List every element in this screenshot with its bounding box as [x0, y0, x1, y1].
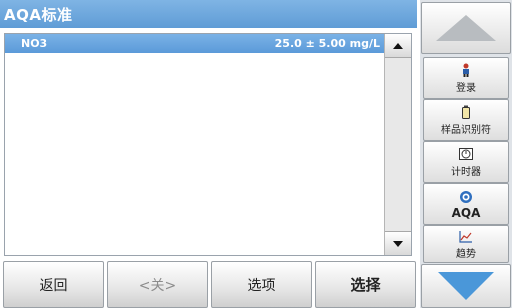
scroll-down-button[interactable]	[385, 231, 411, 255]
sample-id-label: 样品识别符	[441, 125, 491, 136]
back-button[interactable]: 返回	[3, 261, 104, 308]
page-up-button[interactable]	[421, 2, 511, 54]
page-down-button[interactable]	[421, 264, 511, 308]
arrow-up-icon	[393, 42, 403, 49]
aqa-button[interactable]: AQA	[423, 183, 509, 225]
arrow-down-icon	[393, 240, 403, 247]
sample-id-button[interactable]: 样品识别符	[423, 99, 509, 141]
standard-value: 25.0 ± 5.00 mg/L	[274, 37, 380, 50]
aqa-standard-list: NO3 25.0 ± 5.00 mg/L	[4, 33, 412, 256]
scrollbar[interactable]	[384, 34, 411, 255]
trend-label: 趋势	[456, 249, 476, 260]
timer-label: 计时器	[451, 167, 481, 178]
timer-icon	[459, 146, 473, 162]
trend-chart-icon	[459, 228, 473, 244]
select-button[interactable]: 选择	[315, 261, 416, 308]
aqa-icon	[459, 189, 473, 205]
off-button[interactable]: <关>	[107, 261, 208, 308]
login-label: 登录	[456, 83, 476, 94]
scroll-up-button[interactable]	[385, 34, 411, 58]
side-toolbar: 登录 样品识别符 计时器 AQA 趋势	[420, 0, 512, 308]
sample-bottle-icon	[459, 104, 473, 120]
user-icon	[459, 62, 473, 78]
timer-button[interactable]: 计时器	[423, 141, 509, 183]
parameter-name: NO3	[21, 37, 48, 50]
arrow-down-icon	[438, 272, 494, 300]
aqa-label: AQA	[451, 205, 481, 220]
arrow-up-icon	[436, 15, 496, 41]
page-title: AQA标准	[0, 0, 417, 28]
trend-button[interactable]: 趋势	[423, 225, 509, 263]
options-button[interactable]: 选项	[211, 261, 312, 308]
login-button[interactable]: 登录	[423, 57, 509, 99]
bottom-toolbar: 返回 <关> 选项 选择	[0, 261, 417, 308]
list-item[interactable]: NO3 25.0 ± 5.00 mg/L	[5, 34, 384, 53]
